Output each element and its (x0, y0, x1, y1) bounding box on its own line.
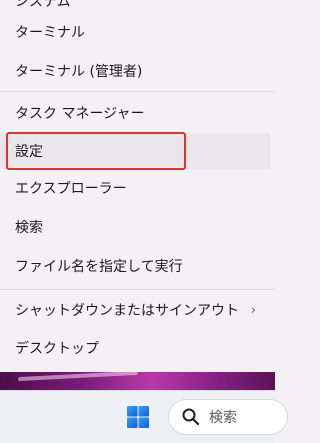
search-placeholder: 検索 (209, 410, 237, 426)
wallpaper-shine (17, 372, 139, 382)
menu-item-task-manager[interactable]: タスク マネージャー (0, 95, 270, 131)
menu-item-label: エクスプローラー (15, 181, 127, 197)
taskbar: 検索 (0, 390, 288, 443)
desktop-wallpaper (0, 372, 275, 390)
menu-item-run[interactable]: ファイル名を指定して実行 (0, 248, 270, 284)
menu-item-terminal[interactable]: ターミナル (0, 14, 270, 50)
menu-item-label: ターミナル (15, 25, 85, 41)
menu-item-terminal-admin[interactable]: ターミナル (管理者) (0, 53, 270, 89)
menu-item-label: 検索 (15, 220, 43, 236)
start-button[interactable] (118, 397, 158, 437)
menu-item-label: 設定 (15, 144, 43, 160)
menu-separator (0, 289, 275, 290)
windows-logo-icon (127, 406, 149, 428)
chevron-right-icon: › (250, 302, 256, 318)
menu-item-label: ファイル名を指定して実行 (15, 259, 183, 275)
menu-item-label: ターミナル (管理者) (15, 64, 143, 80)
context-menu: システム ターミナル ターミナル (管理者) タスク マネージャー 設定 エクス… (0, 0, 275, 372)
search-icon (181, 407, 201, 427)
menu-item-label: シャットダウンまたはサインアウト (15, 303, 239, 319)
menu-item-file-explorer[interactable]: エクスプローラー (0, 170, 270, 206)
menu-item-label: デスクトップ (15, 341, 99, 357)
menu-item-desktop[interactable]: デスクトップ (0, 330, 270, 366)
menu-item-search[interactable]: 検索 (0, 209, 270, 245)
menu-item-shutdown[interactable]: シャットダウンまたはサインアウト › (0, 292, 270, 328)
menu-item-cut-off[interactable]: システム (15, 0, 71, 11)
menu-separator (0, 91, 275, 92)
menu-item-label: タスク マネージャー (15, 106, 145, 122)
menu-item-settings[interactable]: 設定 (0, 133, 270, 169)
taskbar-search-box[interactable]: 検索 (168, 399, 288, 435)
